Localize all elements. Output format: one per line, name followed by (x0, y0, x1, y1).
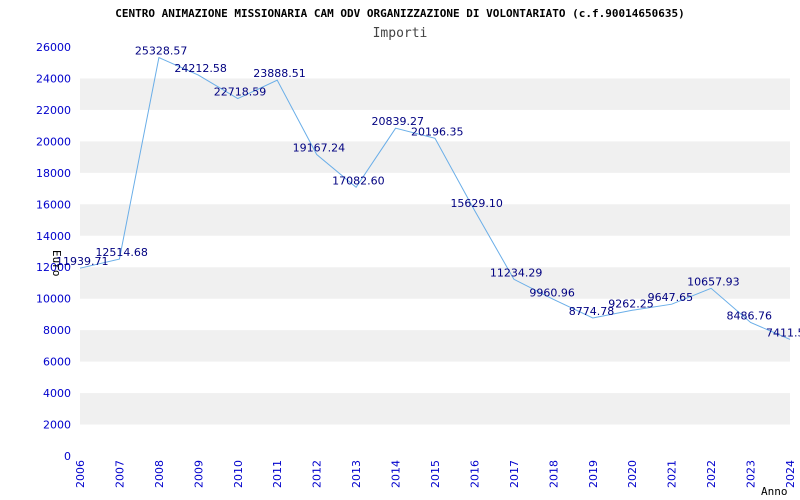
x-tick-label: 2012 (311, 460, 324, 488)
x-tick-label: 2020 (626, 460, 639, 488)
x-tick-label: 2006 (74, 460, 87, 488)
data-label: 12514.68 (95, 246, 148, 259)
y-tick-label: 10000 (36, 293, 71, 306)
x-tick-label: 2022 (705, 460, 718, 488)
x-tick-label: 2016 (468, 460, 481, 488)
y-tick-label: 26000 (36, 41, 71, 54)
y-tick-label: 2000 (43, 419, 71, 432)
chart-subtitle: Importi (373, 26, 428, 41)
x-tick-label: 2011 (271, 460, 284, 488)
data-label: 7411.5 (766, 326, 800, 339)
x-tick-label: 2015 (429, 460, 442, 488)
grid-band (80, 78, 790, 110)
data-label: 20196.35 (411, 125, 464, 138)
x-tick-label: 2008 (153, 460, 166, 488)
x-tick-label: 2007 (113, 460, 126, 488)
y-tick-label: 18000 (36, 167, 71, 180)
y-tick-label: 0 (64, 450, 71, 463)
x-tick-label: 2017 (508, 460, 521, 488)
x-tick-label: 2019 (587, 460, 600, 488)
x-tick-label: 2023 (745, 460, 758, 488)
grid-band (80, 393, 790, 425)
y-tick-label: 16000 (36, 198, 71, 211)
y-tick-label: 4000 (43, 387, 71, 400)
data-label: 8486.76 (727, 309, 773, 322)
data-label: 15629.10 (450, 197, 503, 210)
data-label: 17082.60 (332, 174, 385, 187)
x-axis-label: Anno (761, 485, 788, 498)
y-tick-label: 14000 (36, 230, 71, 243)
x-tick-label: 2009 (192, 460, 205, 488)
data-label: 25328.57 (135, 45, 188, 58)
x-tick-label: 2018 (547, 460, 560, 488)
data-label: 23888.51 (253, 67, 306, 80)
data-label: 19167.24 (293, 141, 346, 154)
y-tick-label: 6000 (43, 356, 71, 369)
grid-band (80, 204, 790, 236)
grid-band (80, 141, 790, 173)
x-tick-label: 2010 (232, 460, 245, 488)
grid-band (80, 330, 790, 362)
x-axis-tick-labels: 2006 2007 2008 2009 2010 2011 2012 2013 2014 2015… (74, 460, 797, 488)
x-tick-label: 2024 (784, 460, 797, 488)
x-tick-label: 2014 (390, 460, 403, 488)
line-chart: CENTRO ANIMAZIONE MISSIONARIA CAM ODV OR… (36, 7, 800, 498)
y-tick-label: 8000 (43, 324, 71, 337)
y-tick-label: 20000 (36, 135, 71, 148)
data-label: 9960.96 (529, 286, 575, 299)
chart-title: CENTRO ANIMAZIONE MISSIONARIA CAM ODV OR… (115, 7, 685, 20)
y-tick-label: 24000 (36, 72, 71, 85)
data-label: 11234.29 (490, 266, 543, 279)
data-label: 10657.93 (687, 275, 740, 288)
x-tick-label: 2013 (350, 460, 363, 488)
y-tick-label: 22000 (36, 104, 71, 117)
data-label: 24212.58 (174, 62, 227, 75)
data-label: 9647.65 (648, 291, 694, 304)
data-label: 22718.59 (214, 86, 267, 99)
x-tick-label: 2021 (666, 460, 679, 488)
